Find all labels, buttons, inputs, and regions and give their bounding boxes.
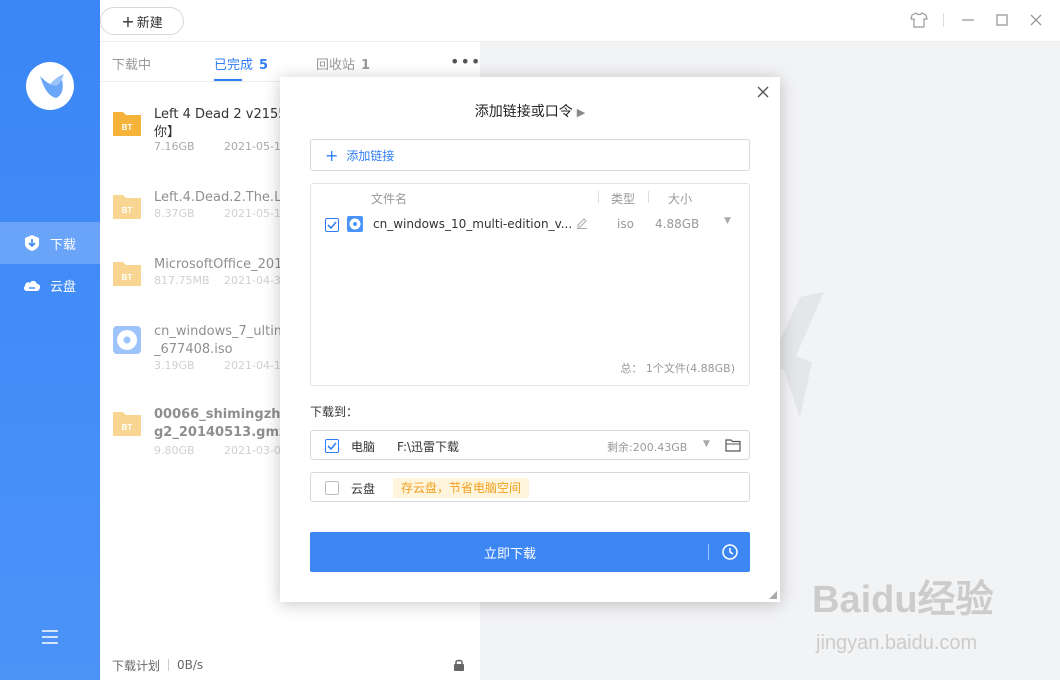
caret-right-icon: ▶ xyxy=(576,106,586,119)
cloud-icon xyxy=(22,275,42,295)
download-now-label: 立即下载 xyxy=(483,547,536,562)
task-tabs: 下载中 已完成 5 回收站 1 ••• xyxy=(100,42,480,82)
svg-text:BT: BT xyxy=(122,273,133,282)
dest-cloud-checkbox[interactable] xyxy=(325,481,339,495)
dialog-title[interactable]: 添加链接或口令 ▶ xyxy=(280,101,780,121)
sidebar-item-cloud[interactable]: 云盘 xyxy=(0,264,100,306)
add-link-dialog: 添加链接或口令 ▶ + 添加链接 文件名 类型 大小 cn_windows_10_… xyxy=(280,77,780,602)
dest-path-field[interactable]: F:\迅雷下载 xyxy=(397,438,459,455)
sidebar-item-download[interactable]: 下载 xyxy=(0,222,100,264)
folder-icon[interactable] xyxy=(725,438,741,452)
divider xyxy=(168,659,170,671)
dest-cloud-label: 云盘 xyxy=(351,482,376,496)
tab-downloading[interactable]: 下载中 xyxy=(112,54,151,73)
topbar: + 新建 xyxy=(100,0,1060,42)
files-total: 总： 1个文件(4.88GB) xyxy=(620,362,735,375)
chevron-down-icon[interactable]: ▼ xyxy=(724,216,731,226)
skin-shirt-icon[interactable] xyxy=(909,10,929,30)
disc-icon xyxy=(347,216,363,232)
column-header-type: 类型 xyxy=(611,192,636,206)
hamburger-menu-icon[interactable] xyxy=(40,628,60,646)
file-name: cn_windows_10_multi-edition_v... xyxy=(373,217,573,231)
add-link-label: 添加链接 xyxy=(346,148,395,163)
item-date: 2021-05-1 xyxy=(224,207,281,220)
list-footer: 下载计划 0B/s xyxy=(100,650,480,680)
svg-text:BT: BT xyxy=(122,123,133,132)
bt-folder-icon: BT xyxy=(113,262,141,286)
file-table: 文件名 类型 大小 cn_windows_10_multi-edition_v.… xyxy=(310,183,750,386)
tab-count: 1 xyxy=(361,58,371,73)
item-size: 8.37GB xyxy=(154,207,195,220)
download-plan-link[interactable]: 下载计划 xyxy=(112,657,160,674)
item-size: 7.16GB xyxy=(154,140,195,153)
column-header-name: 文件名 xyxy=(371,192,408,206)
resize-grip-icon[interactable] xyxy=(769,591,777,599)
dest-cloud-row[interactable]: 云盘 存云盘，节省电脑空间 xyxy=(310,472,750,502)
close-icon[interactable] xyxy=(756,85,770,99)
tab-label: 下载中 xyxy=(112,58,152,73)
disc-icon xyxy=(113,326,141,354)
bt-folder-icon: BT xyxy=(113,112,141,136)
bt-folder-icon: BT xyxy=(113,195,141,219)
item-date: 2021-03-0 xyxy=(224,444,281,457)
baidu-watermark: Baidu经验 xyxy=(812,579,994,621)
sidebar: 下载 云盘 xyxy=(0,0,100,680)
schedule-clock-icon[interactable] xyxy=(721,543,739,561)
item-size: 817.75MB xyxy=(154,274,210,287)
tab-count: 5 xyxy=(259,58,269,73)
checkmark-icon xyxy=(327,442,337,451)
item-size: 3.19GB xyxy=(154,359,195,372)
minimize-icon[interactable] xyxy=(958,10,978,30)
baidu-watermark-url: jingyan.baidu.com xyxy=(816,632,978,654)
chevron-down-icon[interactable]: ▼ xyxy=(703,439,710,449)
dest-pc-label: 电脑 xyxy=(351,440,376,454)
checkmark-icon xyxy=(327,221,337,230)
item-size: 9.80GB xyxy=(154,444,195,457)
divider xyxy=(648,191,649,203)
item-date: 2021-05-1 xyxy=(224,140,281,153)
tab-recycle-bin[interactable]: 回收站 1 xyxy=(316,54,370,73)
tab-label: 回收站 xyxy=(316,58,356,73)
download-now-button[interactable]: 立即下载 xyxy=(310,532,750,572)
divider xyxy=(943,13,944,27)
svg-text:BT: BT xyxy=(122,206,133,215)
divider xyxy=(598,191,599,203)
app-logo xyxy=(26,62,74,110)
new-task-button[interactable]: + 新建 xyxy=(100,7,184,35)
tab-label: 已完成 xyxy=(214,58,254,73)
tab-completed[interactable]: 已完成 5 xyxy=(214,54,268,73)
download-icon xyxy=(22,233,42,253)
svg-text:BT: BT xyxy=(122,423,133,432)
download-speed: 0B/s xyxy=(177,658,204,672)
sidebar-item-label: 云盘 xyxy=(50,279,77,295)
file-size: 4.88GB xyxy=(655,217,700,231)
lock-icon[interactable] xyxy=(452,658,466,672)
window-controls xyxy=(909,10,1046,30)
bt-folder-icon: BT xyxy=(113,412,141,436)
add-link-button[interactable]: + 添加链接 xyxy=(310,139,750,171)
cloud-tip-badge: 存云盘，节省电脑空间 xyxy=(393,478,530,498)
column-header-size: 大小 xyxy=(668,192,693,206)
dest-pc-row[interactable]: 电脑 F:\迅雷下载 剩余:200.43GB ▼ xyxy=(310,430,750,460)
item-date: 2021-04-1 xyxy=(224,359,281,372)
sidebar-item-label: 下载 xyxy=(50,237,77,253)
divider xyxy=(708,544,709,560)
new-task-label: 新建 xyxy=(136,15,163,31)
active-tab-indicator xyxy=(214,79,242,81)
more-options-icon[interactable]: ••• xyxy=(450,52,481,71)
plus-icon: + xyxy=(325,145,339,165)
dialog-title-text: 添加链接或口令 xyxy=(474,104,573,120)
maximize-icon[interactable] xyxy=(992,10,1012,30)
row-checkbox[interactable] xyxy=(325,218,339,232)
dest-pc-checkbox[interactable] xyxy=(325,439,339,453)
plus-icon: + xyxy=(121,11,135,31)
edit-pencil-icon[interactable] xyxy=(576,217,588,229)
item-date: 2021-04-3 xyxy=(224,274,281,287)
bird-logo-icon xyxy=(40,74,64,98)
close-window-icon[interactable] xyxy=(1026,10,1046,30)
free-space: 剩余:200.43GB xyxy=(607,441,688,454)
file-type: iso xyxy=(617,217,634,231)
download-to-label: 下载到： xyxy=(310,405,359,419)
